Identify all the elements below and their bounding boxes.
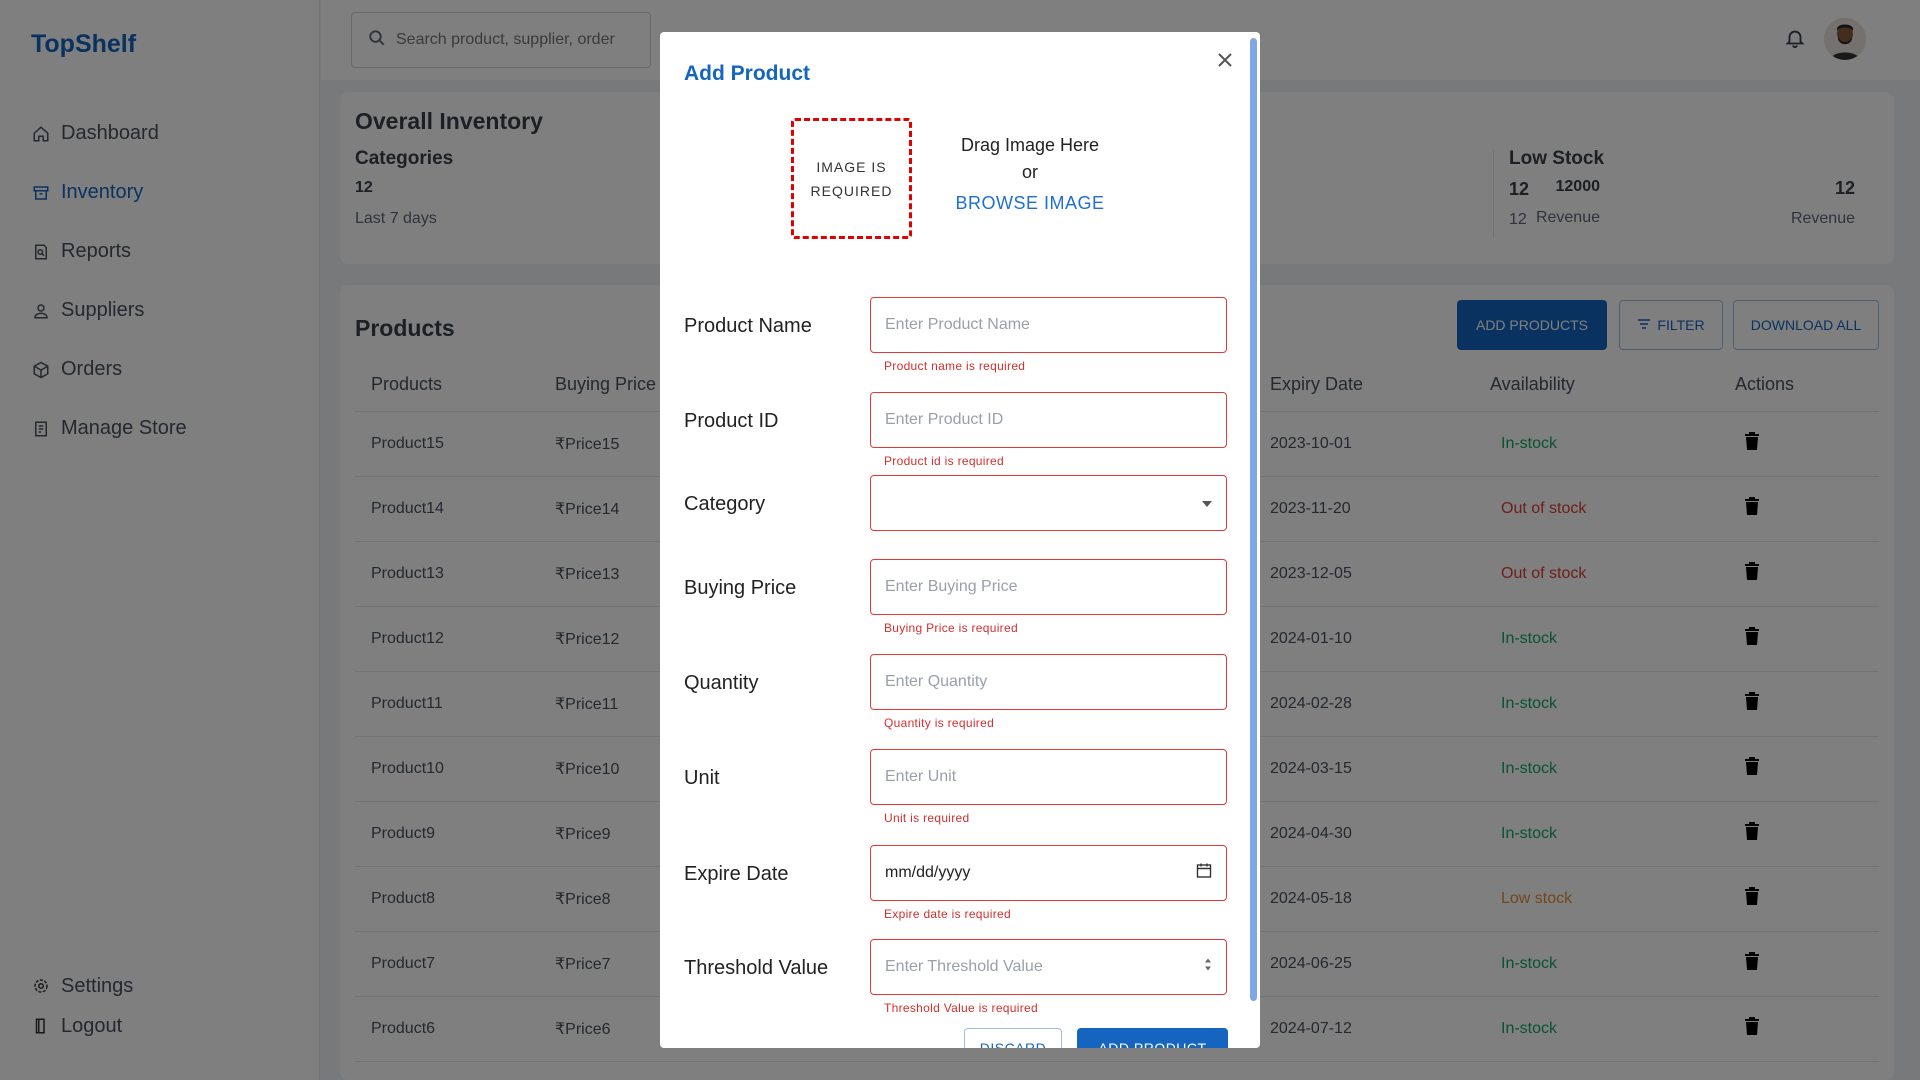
drag-text: Drag Image Here xyxy=(960,135,1100,155)
buying-price-label: Buying Price xyxy=(684,577,797,599)
expire-date-error: Expire date is required xyxy=(884,907,1011,921)
stepper-icon[interactable] xyxy=(1204,957,1212,978)
modal-title: Add Product xyxy=(684,62,810,85)
product-id-label: Product ID xyxy=(684,410,779,432)
product-name-input[interactable] xyxy=(885,316,1185,334)
category-field[interactable] xyxy=(870,475,1227,531)
category-label: Category xyxy=(684,493,766,515)
chevron-down-icon[interactable] xyxy=(1202,494,1212,512)
threshold-value-input[interactable] xyxy=(885,958,1185,976)
image-required-text: IMAGE IS REQUIRED xyxy=(810,158,893,199)
image-placeholder[interactable]: IMAGE IS REQUIRED xyxy=(791,118,912,239)
expire-date-field[interactable]: mm/dd/yyyy xyxy=(870,845,1227,901)
product-id-error: Product id is required xyxy=(884,454,1004,468)
quantity-error: Quantity is required xyxy=(884,716,995,730)
drag-image-area: Drag Image Here or xyxy=(950,132,1110,186)
add-product-button[interactable]: ADD PRODUCT xyxy=(1077,1028,1228,1048)
product-name-label: Product Name xyxy=(684,315,812,337)
expire-date-label: Expire Date xyxy=(684,863,789,885)
expire-date-input[interactable]: mm/dd/yyyy xyxy=(885,864,970,882)
threshold-value-field[interactable] xyxy=(870,939,1227,995)
quantity-field[interactable] xyxy=(870,654,1227,710)
unit-error: Unit is required xyxy=(884,811,970,825)
product-name-error: Product name is required xyxy=(884,359,1026,373)
threshold-value-label: Threshold Value xyxy=(684,957,829,979)
unit-label: Unit xyxy=(684,767,720,789)
product-id-input[interactable] xyxy=(885,411,1185,429)
browse-image-button[interactable]: BROWSE IMAGE xyxy=(950,193,1110,214)
threshold-value-error: Threshold Value is required xyxy=(884,1001,1038,1015)
product-name-field[interactable] xyxy=(870,297,1227,353)
quantity-input[interactable] xyxy=(885,673,1185,691)
buying-price-field[interactable] xyxy=(870,559,1227,615)
close-icon[interactable] xyxy=(1209,44,1241,76)
unit-input[interactable] xyxy=(885,768,1185,786)
buying-price-input[interactable] xyxy=(885,578,1185,596)
unit-field[interactable] xyxy=(870,749,1227,805)
quantity-label: Quantity xyxy=(684,672,759,694)
product-id-field[interactable] xyxy=(870,392,1227,448)
add-product-modal: Add Product IMAGE IS REQUIRED Drag Image… xyxy=(660,32,1260,1048)
discard-button[interactable]: DISCARD xyxy=(964,1028,1062,1048)
modal-scrollbar[interactable] xyxy=(1250,38,1257,1001)
buying-price-error: Buying Price is required xyxy=(884,621,1018,635)
or-text: or xyxy=(1021,162,1038,182)
calendar-icon[interactable] xyxy=(1196,863,1212,884)
